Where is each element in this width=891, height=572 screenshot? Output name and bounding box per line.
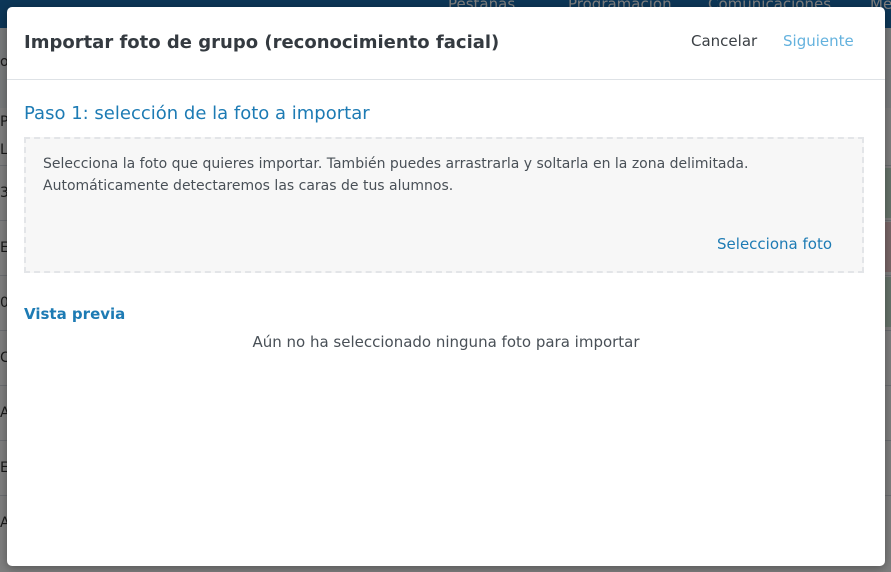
import-group-photo-modal: Importar foto de grupo (reconocimiento f… (7, 7, 885, 566)
next-button[interactable]: Siguiente (783, 32, 854, 50)
photo-drop-zone[interactable]: Selecciona la foto que quieres importar.… (24, 137, 864, 273)
modal-header: Importar foto de grupo (reconocimiento f… (7, 7, 885, 80)
step-title: Paso 1: selección de la foto a importar (24, 103, 370, 124)
modal-title: Importar foto de grupo (reconocimiento f… (24, 32, 500, 53)
cancel-button[interactable]: Cancelar (691, 32, 757, 50)
preview-title: Vista previa (24, 305, 126, 323)
preview-empty-message: Aún no ha seleccionado ninguna foto para… (252, 333, 640, 351)
drop-zone-instructions: Selecciona la foto que quieres importar.… (43, 156, 749, 194)
select-photo-link[interactable]: Selecciona foto (717, 235, 832, 253)
